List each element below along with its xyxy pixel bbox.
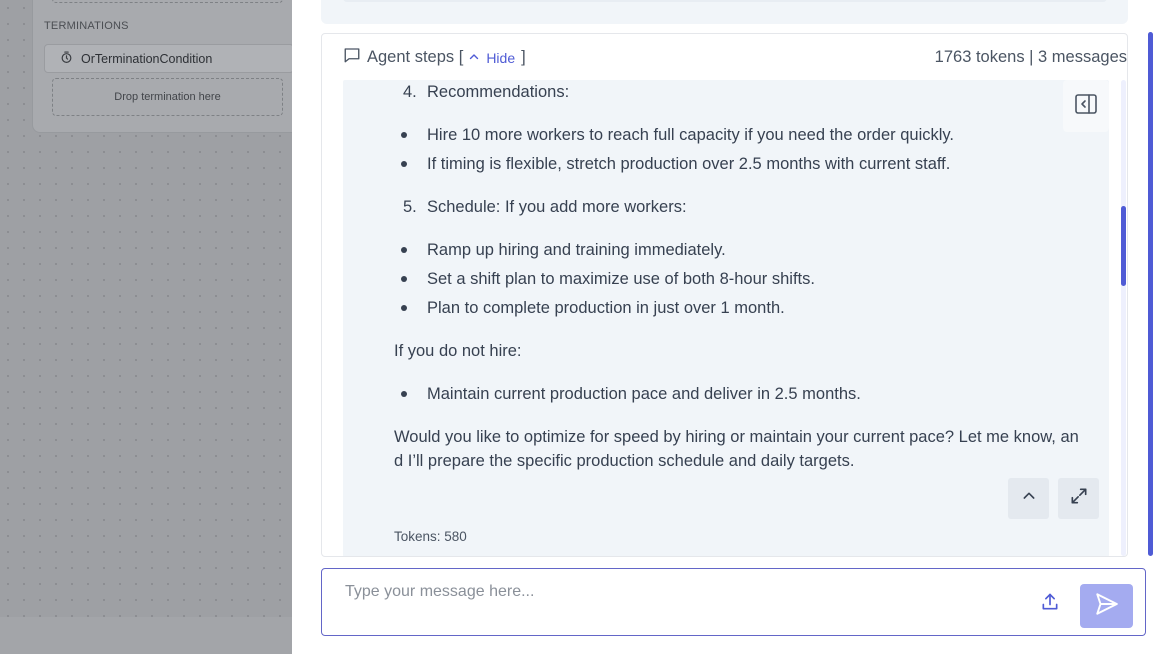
agent-steps-bracket: ] (521, 48, 526, 66)
panel-scrollbar[interactable] (1148, 32, 1153, 556)
list-item: Hire 10 more workers to reach full capac… (401, 123, 1101, 147)
collapse-message-button[interactable] (1008, 478, 1049, 519)
list-item-numbered: 5. Schedule: If you add more workers: (403, 198, 687, 216)
chevron-up-icon (1021, 488, 1037, 509)
terminations-title: TERMINATIONS (44, 20, 129, 32)
hide-steps-button[interactable]: Hide (468, 50, 515, 66)
agent-steps-header: Agent steps [ Hide ] 1763 tokens | 3 mes… (322, 34, 1127, 80)
termination-condition-item[interactable]: OrTerminationCondition (44, 44, 294, 73)
message-token-count: Tokens: 580 (394, 529, 467, 544)
terminations-card: TERMINATIONS OrTerminationCondition Drop… (32, 0, 302, 133)
agent-steps-label: Agent steps [ (367, 48, 464, 66)
sidebar-toggle-button[interactable] (1063, 80, 1109, 132)
agent-message: 4. Recommendations: Hire 10 more workers… (343, 80, 1109, 556)
hide-label: Hide (486, 49, 516, 66)
panel-left-close-icon (1074, 92, 1098, 121)
message-scrollbar-track[interactable] (1121, 80, 1126, 556)
canvas-bottom-bar (0, 617, 292, 654)
list-item: Maintain current production pace and del… (401, 382, 1101, 406)
upload-icon (1040, 592, 1060, 617)
chevron-up-icon (468, 50, 480, 66)
agent-steps-section: Agent steps [ Hide ] 1763 tokens | 3 mes… (321, 33, 1128, 557)
paragraph: Would you like to optimize for speed by … (394, 428, 1079, 446)
message-composer (321, 568, 1146, 636)
message-square-icon (343, 46, 361, 69)
termination-drop-zone[interactable]: Drop termination here (52, 78, 283, 116)
previous-message-card (321, 0, 1128, 24)
send-icon (1094, 591, 1120, 622)
paragraph: If you do not hire: (394, 342, 522, 360)
previous-drop-zone (52, 0, 283, 3)
maximize-icon (1069, 486, 1089, 511)
paragraph: d I’ll prepare the specific production s… (394, 452, 855, 470)
chat-panel: Agent steps [ Hide ] 1763 tokens | 3 mes… (292, 0, 1158, 654)
flow-canvas: TERMINATIONS OrTerminationCondition Drop… (0, 0, 302, 654)
timer-icon (60, 50, 73, 67)
list-item-numbered: 4. Recommendations: (403, 83, 570, 101)
send-button[interactable] (1080, 584, 1133, 628)
message-scrollbar-thumb[interactable] (1121, 206, 1126, 286)
expand-message-button[interactable] (1058, 478, 1099, 519)
drop-zone-label: Drop termination here (114, 91, 221, 103)
termination-condition-label: OrTerminationCondition (81, 51, 213, 66)
token-summary: 1763 tokens | 3 messages (934, 48, 1127, 66)
list-item: If timing is flexible, stretch productio… (401, 152, 1101, 176)
upload-button[interactable] (1037, 591, 1063, 617)
list-item: Ramp up hiring and training immediately. (401, 238, 1101, 262)
message-input[interactable] (345, 581, 1025, 603)
list-item: Set a shift plan to maximize use of both… (401, 267, 1101, 291)
list-item: Plan to complete production in just over… (401, 296, 1101, 320)
